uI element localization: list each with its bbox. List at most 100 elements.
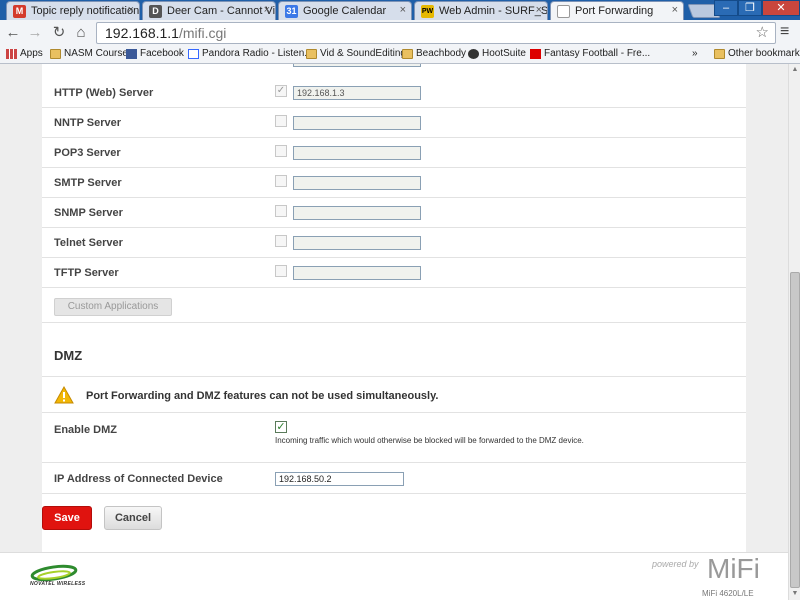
browser-toolbar: ← → ↻ ⌂ 192.168.1.1/mifi.cgi ☆ ≡	[0, 20, 800, 46]
tab-label: Topic reply notification -	[31, 5, 140, 17]
folder-icon	[50, 49, 61, 59]
dmz-ip-input[interactable]: 192.168.50.2	[275, 472, 404, 486]
tab-gmail[interactable]: M Topic reply notification - ×	[6, 1, 140, 20]
close-icon[interactable]: ×	[536, 4, 542, 16]
bookmark-nasm-course[interactable]: NASM Course	[50, 48, 128, 59]
menu-icon[interactable]: ≡	[780, 23, 789, 41]
minimize-button[interactable]: –	[714, 0, 738, 16]
tab-web-admin[interactable]: PW Web Admin - SURF_SOH ×	[414, 1, 548, 20]
server-ip-field[interactable]	[293, 176, 421, 190]
bookmark-label: Beachbody	[416, 48, 467, 59]
scroll-down-arrow-icon[interactable]: ▼	[789, 588, 800, 600]
folder-icon	[402, 49, 413, 59]
server-checkbox[interactable]	[275, 115, 287, 127]
bookmark-label: Other bookmarks	[728, 48, 800, 59]
footer: NOVATEL WIRELESS powered by MiFi MiFi 46…	[0, 552, 788, 600]
forward-button[interactable]: →	[26, 24, 44, 42]
server-row-smtp: SMTP Server	[42, 168, 746, 198]
previous-ip-field[interactable]	[293, 64, 421, 67]
tab-label: Deer Cam - Cannot View	[167, 5, 276, 17]
bookmark-label: Pandora Radio - Listen...	[202, 48, 313, 59]
server-label: TFTP Server	[54, 267, 119, 279]
folder-icon	[306, 49, 317, 59]
tab-deer-cam[interactable]: D Deer Cam - Cannot View ×	[142, 1, 276, 20]
server-ip-field[interactable]	[293, 116, 421, 130]
bookmark-vid-sound[interactable]: Vid & SoundEditing	[306, 48, 406, 59]
deer-icon: D	[149, 5, 162, 18]
bookmark-hootsuite[interactable]: HootSuite	[468, 48, 526, 59]
page-icon	[557, 5, 570, 18]
server-label: Telnet Server	[54, 237, 123, 249]
enable-dmz-hint: Incoming traffic which would otherwise b…	[275, 436, 584, 445]
pw-icon: PW	[421, 5, 434, 18]
dmz-warning: Port Forwarding and DMZ features can not…	[42, 376, 746, 413]
bookmark-fantasy-football[interactable]: Fantasy Football - Fre...	[530, 48, 650, 59]
server-row-nntp: NNTP Server	[42, 108, 746, 138]
powered-by-text: powered by	[652, 559, 699, 569]
save-button[interactable]: Save	[42, 506, 92, 530]
cancel-button[interactable]: Cancel	[104, 506, 162, 530]
calendar-icon: 31	[285, 5, 298, 18]
close-icon[interactable]: ×	[672, 4, 678, 16]
server-checkbox[interactable]	[275, 145, 287, 157]
server-checkbox[interactable]	[275, 205, 287, 217]
bookmark-star-icon[interactable]: ☆	[756, 23, 769, 41]
scroll-thumb[interactable]	[790, 272, 800, 588]
dmz-ip-label: IP Address of Connected Device	[54, 473, 223, 485]
vendor-name: NOVATEL WIRELESS	[30, 581, 86, 587]
warning-icon	[54, 386, 74, 404]
server-ip-field[interactable]: 192.168.1.3	[293, 86, 421, 100]
server-label: SMTP Server	[54, 177, 122, 189]
close-icon[interactable]: ×	[400, 4, 406, 16]
bookmarks-overflow-button[interactable]: »	[692, 48, 698, 59]
bookmark-pandora[interactable]: Pandora Radio - Listen...	[188, 48, 313, 59]
page-scrollbar[interactable]: ▲ ▼	[788, 64, 800, 600]
bookmark-beachbody[interactable]: Beachbody	[402, 48, 466, 59]
hootsuite-icon	[468, 49, 479, 59]
server-ip-field[interactable]	[293, 266, 421, 280]
server-ip-field[interactable]	[293, 206, 421, 220]
espn-icon	[530, 49, 541, 59]
tab-label: Port Forwarding	[575, 5, 654, 17]
back-button[interactable]: ←	[4, 24, 22, 42]
server-row-telnet: Telnet Server	[42, 228, 746, 258]
address-bar[interactable]: 192.168.1.1/mifi.cgi ☆	[96, 22, 776, 44]
server-checkbox[interactable]	[275, 175, 287, 187]
bookmark-other[interactable]: Other bookmarks	[714, 48, 800, 59]
server-label: POP3 Server	[54, 147, 121, 159]
tab-port-forwarding[interactable]: Port Forwarding ×	[550, 1, 684, 21]
tab-label: Web Admin - SURF_SOH	[439, 5, 548, 17]
close-icon[interactable]: ×	[264, 4, 270, 16]
enable-dmz-label: Enable DMZ	[54, 424, 117, 436]
scroll-up-arrow-icon[interactable]: ▲	[789, 64, 800, 76]
server-label: SNMP Server	[54, 207, 123, 219]
tab-strip: M Topic reply notification - × D Deer Ca…	[0, 0, 800, 21]
tab-label: Google Calendar	[303, 5, 387, 17]
enable-dmz-checkbox[interactable]: ✓	[275, 421, 287, 433]
server-label: HTTP (Web) Server	[54, 87, 154, 99]
enable-dmz-row: Enable DMZ ✓ Incoming traffic which woul…	[42, 413, 746, 463]
close-window-button[interactable]: ✕	[762, 0, 800, 16]
server-ip-field[interactable]	[293, 146, 421, 160]
bookmarks-bar: Apps NASM Course Facebook Pandora Radio …	[0, 46, 800, 64]
server-ip-field[interactable]	[293, 236, 421, 250]
address-host: 192.168.1.1	[105, 25, 179, 41]
reload-button[interactable]: ↻	[50, 24, 68, 42]
folder-icon	[714, 49, 725, 59]
server-label: NNTP Server	[54, 117, 122, 129]
custom-applications-button[interactable]: Custom Applications	[54, 298, 172, 316]
server-checkbox[interactable]	[275, 265, 287, 277]
maximize-button[interactable]: ❐	[738, 0, 762, 16]
server-row-snmp: SNMP Server	[42, 198, 746, 228]
server-checkbox[interactable]	[275, 235, 287, 247]
tab-google-calendar[interactable]: 31 Google Calendar ×	[278, 1, 412, 20]
bookmark-facebook[interactable]: Facebook	[126, 48, 184, 59]
server-row-http: HTTP (Web) Server ✓ 192.168.1.3	[42, 78, 746, 108]
apps-icon	[6, 49, 17, 59]
server-checkbox[interactable]: ✓	[275, 85, 287, 97]
bookmark-apps[interactable]: Apps	[6, 48, 43, 59]
close-icon[interactable]: ×	[128, 4, 134, 16]
settings-panel: HTTP (Web) Server ✓ 192.168.1.3 NNTP Ser…	[42, 64, 746, 552]
home-button[interactable]: ⌂	[72, 24, 90, 42]
address-path: /mifi.cgi	[178, 25, 227, 41]
